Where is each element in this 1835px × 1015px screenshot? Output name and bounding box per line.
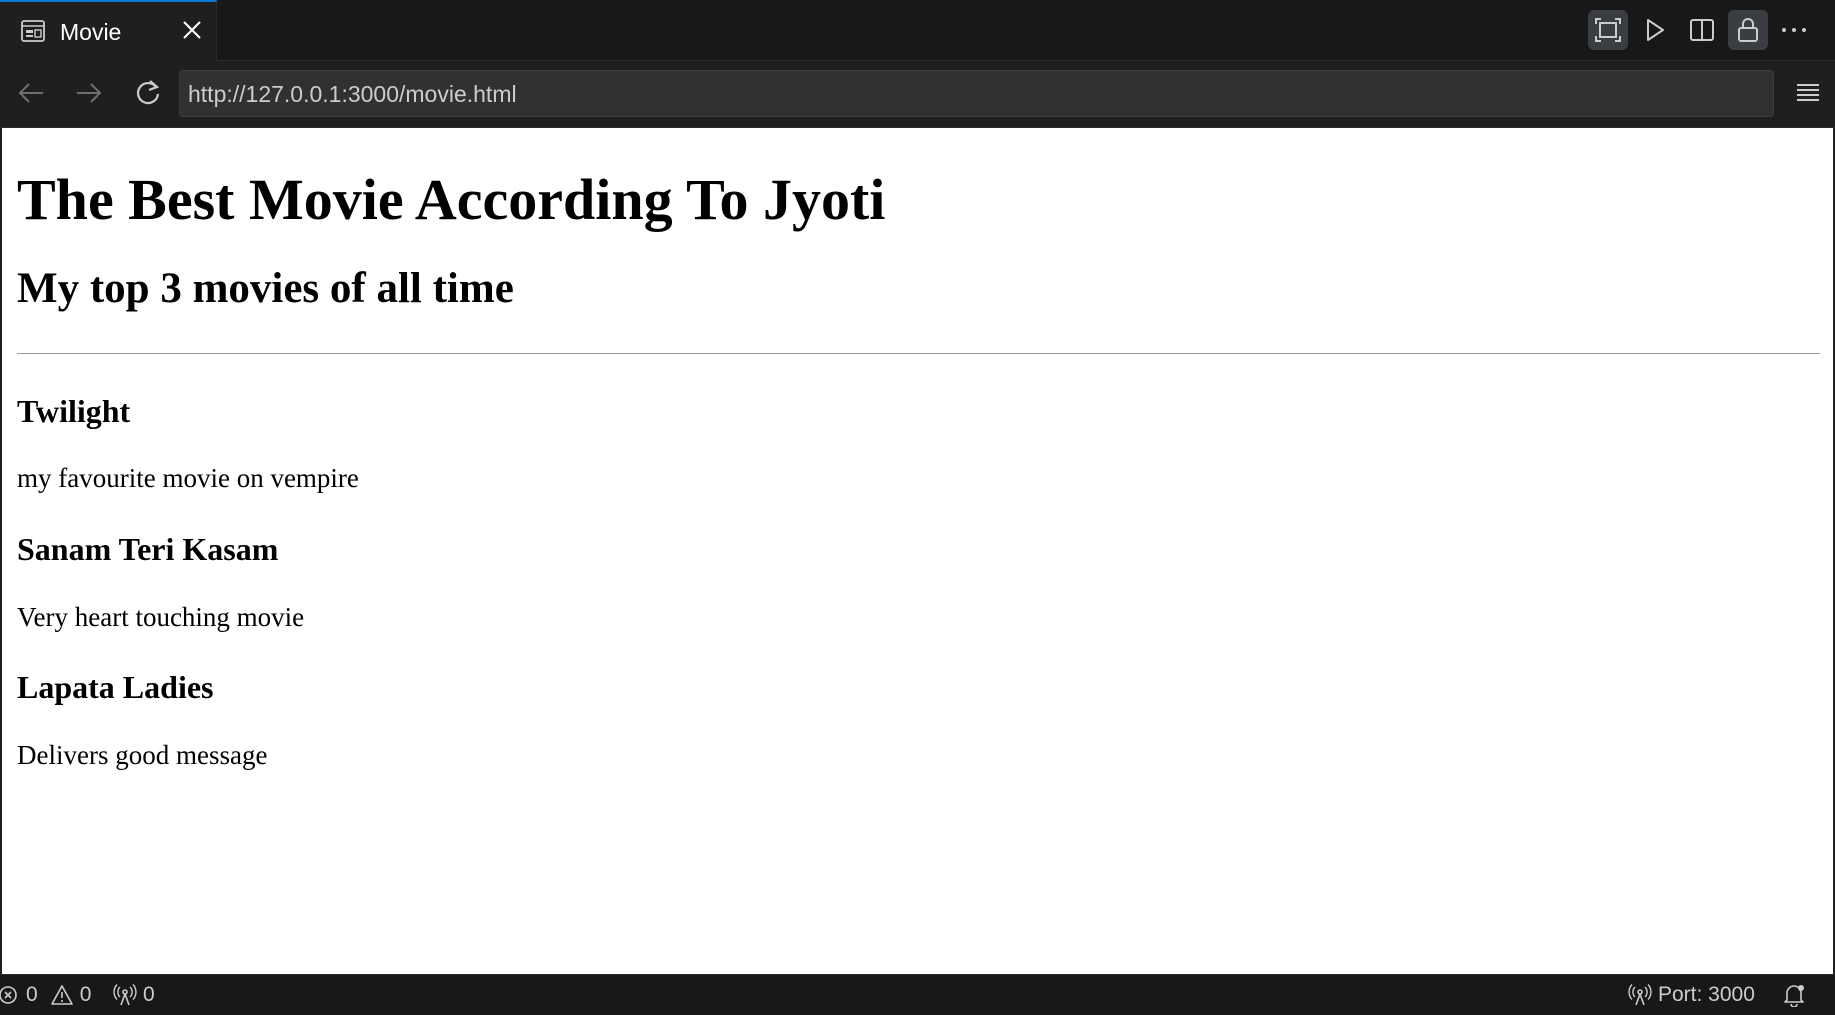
page-title: The Best Movie According To Jyoti — [17, 167, 886, 232]
movie-description: Very heart touching movie — [17, 602, 305, 632]
preview-icon — [21, 20, 45, 42]
warning-count: 0 — [79, 983, 92, 1006]
problems-indicator[interactable]: 0 0 — [0, 983, 91, 1007]
back-button[interactable] — [15, 77, 47, 109]
close-icon[interactable] — [180, 18, 204, 42]
notifications-button[interactable] — [1782, 983, 1806, 1007]
movie-title: Sanam Teri Kasam — [17, 531, 279, 567]
port-label: Port: 3000 — [1658, 983, 1755, 1006]
warning-icon — [50, 985, 73, 1005]
more-actions-button[interactable] — [1774, 10, 1814, 50]
broadcast-icon — [113, 984, 137, 1006]
error-count: 0 — [26, 983, 38, 1006]
movie-title: Lapata Ladies — [17, 669, 214, 705]
url-input[interactable]: http://127.0.0.1:3000/movie.html — [179, 70, 1774, 117]
lock-button[interactable] — [1728, 10, 1768, 50]
lock-icon — [1738, 18, 1758, 42]
fit-screen-button[interactable] — [1588, 10, 1628, 50]
status-bar: 0 0 0 Port: 3000 — [0, 974, 1835, 1015]
movie-description: Delivers good message — [17, 740, 268, 770]
play-icon — [1647, 19, 1664, 41]
movie-title: Twilight — [17, 393, 131, 429]
bell-icon — [1784, 985, 1804, 1007]
menu-button[interactable] — [1793, 78, 1823, 108]
split-editor-button[interactable] — [1682, 10, 1722, 50]
page-content: The Best Movie According To Jyoti My top… — [2, 128, 1833, 974]
split-editor-icon — [1690, 19, 1714, 41]
movie-description: my favourite movie on vempire — [17, 463, 359, 493]
hamburger-icon — [1797, 84, 1819, 101]
more-icon — [1782, 28, 1806, 32]
fit-screen-icon — [1595, 18, 1621, 42]
page-subtitle: My top 3 movies of all time — [17, 265, 514, 312]
navigation-bar: http://127.0.0.1:3000/movie.html — [0, 61, 1835, 128]
broadcast-icon — [1628, 984, 1652, 1006]
tab-label: Movie — [60, 19, 122, 45]
forward-button[interactable] — [73, 77, 105, 109]
arrow-right-icon — [77, 83, 102, 103]
arrow-left-icon — [18, 83, 43, 103]
error-icon — [0, 986, 17, 1004]
reload-button[interactable] — [132, 77, 164, 109]
port-indicator[interactable]: Port: 3000 — [1628, 983, 1755, 1007]
tab-bar: Movie — [0, 0, 1835, 61]
run-button[interactable] — [1635, 10, 1675, 50]
ports-indicator[interactable]: 0 — [113, 983, 155, 1007]
ports-count: 0 — [143, 983, 155, 1006]
tab-movie[interactable]: Movie — [0, 0, 217, 61]
refresh-icon — [136, 80, 160, 105]
divider — [17, 353, 1820, 354]
